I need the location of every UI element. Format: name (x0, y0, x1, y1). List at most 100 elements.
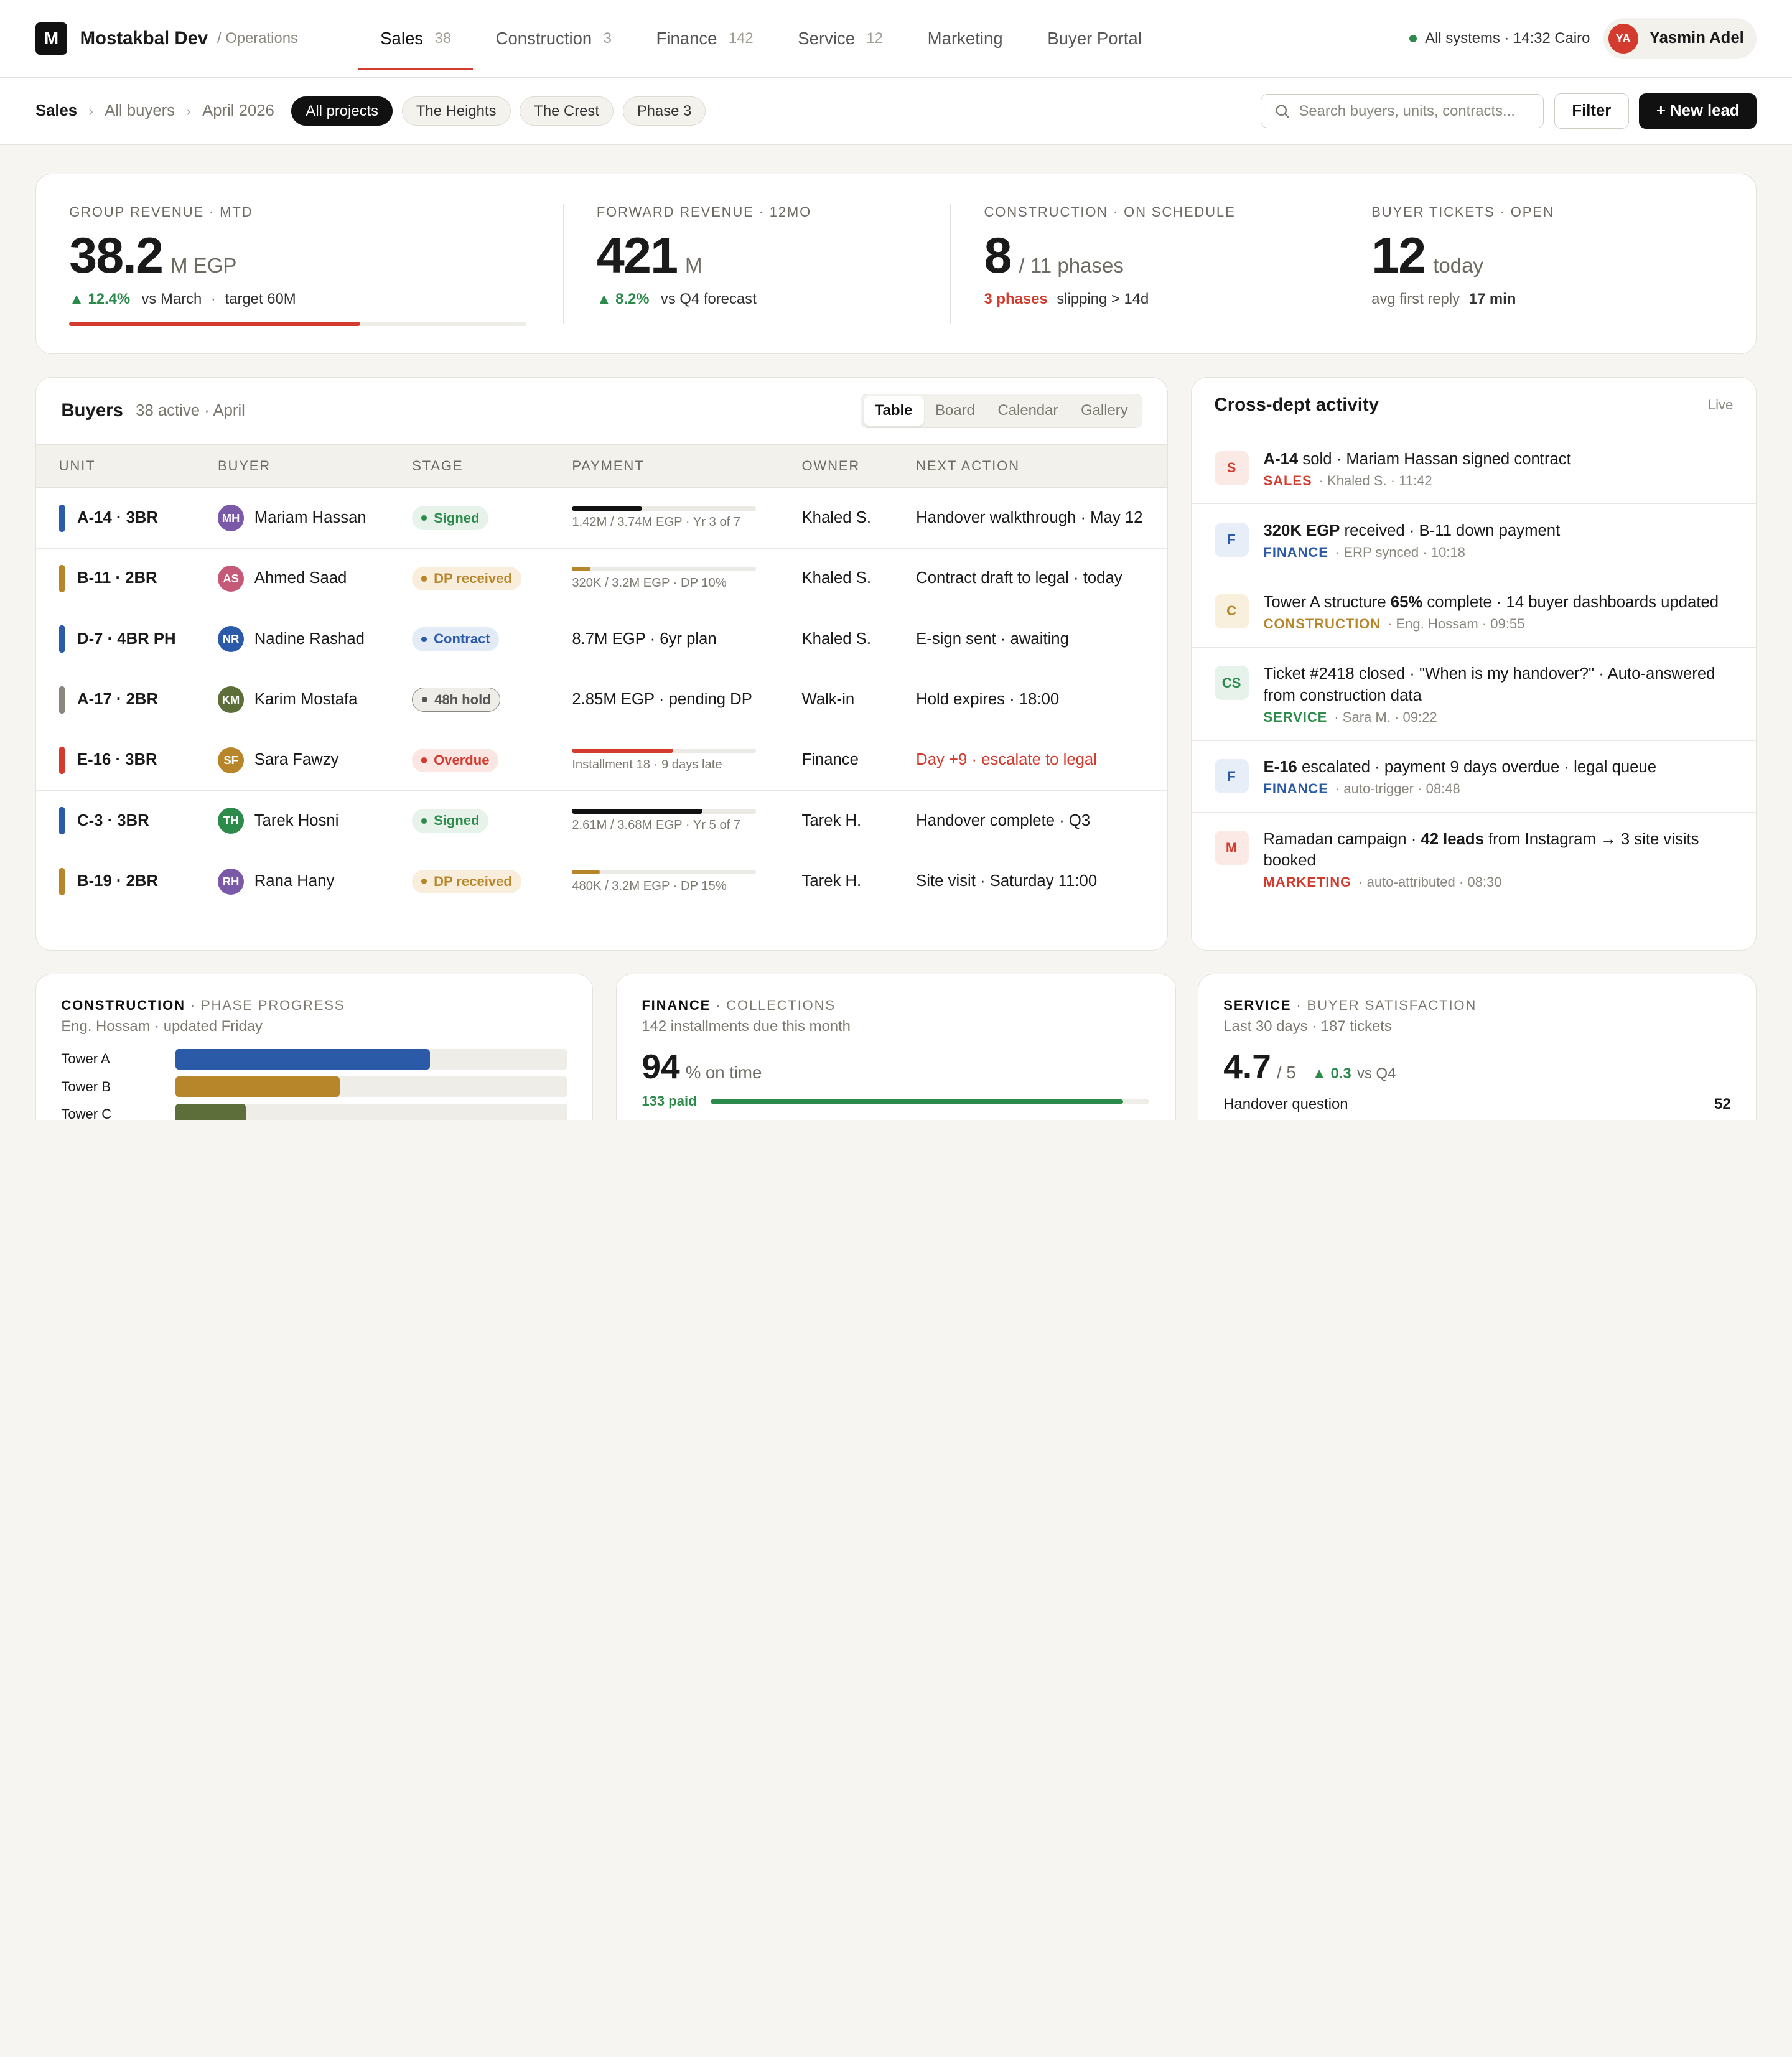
new-lead-button[interactable]: + New lead (1639, 93, 1757, 129)
breadcrumb-sales[interactable]: Sales (35, 102, 77, 120)
kpi-unit: M EGP (170, 254, 237, 278)
avatar: AS (217, 565, 245, 592)
table-row[interactable]: B-19 · 2BR RH Rana Hany DP received 480K / 3… (36, 851, 1167, 912)
cell-next-action[interactable]: Handover complete · Q3 (916, 790, 1168, 852)
tab-marketing[interactable]: Marketing (906, 0, 1025, 77)
activity-dept: SALES (1263, 472, 1312, 488)
table-row[interactable]: A-14 · 3BR MH Mariam Hassan Signed 1.42M / 3… (35, 487, 1168, 549)
table-row[interactable]: B-11 · 2BR AS Ahmed Saad DP received 320K / … (35, 548, 1168, 610)
cell-next-action[interactable]: Day +9 · escalate to legal (916, 730, 1168, 791)
dept-marketing-icon: M (1214, 831, 1249, 865)
view-gallery[interactable]: Gallery (1070, 396, 1139, 425)
search-input[interactable] (1299, 102, 1528, 120)
satisfaction-unit: / 5 (1277, 1063, 1296, 1083)
tab-sales[interactable]: Sales 38 (358, 0, 473, 77)
cell-next-action[interactable]: Handover walkthrough · May 12 (916, 487, 1168, 549)
chip-all-projects[interactable]: All projects (291, 96, 393, 126)
cell-next-action[interactable]: E-sign sent · awaiting (916, 609, 1168, 670)
view-table[interactable]: Table (863, 396, 924, 426)
tab-buyer-portal[interactable]: Buyer Portal (1025, 0, 1163, 77)
phase-track (175, 1076, 567, 1098)
status-label: 48h hold (434, 691, 491, 707)
phase-row: Tower A (61, 1048, 567, 1070)
avatar: SF (217, 747, 245, 774)
card-subtitle: Last 30 days · 187 tickets (1223, 1017, 1392, 1035)
activity-body: 320K EGP received · B-11 down payment FIN… (1264, 520, 1561, 561)
tab-count: 3 (603, 29, 612, 47)
chip-the-crest[interactable]: The Crest (520, 96, 614, 126)
tab-finance[interactable]: Finance 142 (635, 0, 775, 77)
chip-phase-3[interactable]: Phase 3 (622, 96, 706, 126)
view-calendar[interactable]: Calendar (986, 396, 1070, 425)
activity-text: Ticket #2418 closed · "When is my handov… (1264, 663, 1734, 707)
table-row[interactable]: C-3 · 3BR TH Tarek Hosni Signed 2.61M / 3.68… (35, 790, 1168, 852)
cell-buyer: KM Karim Mostafa (217, 669, 413, 730)
activity-item[interactable]: S A-14 sold · Mariam Hassan signed contra… (1191, 432, 1756, 505)
activity-meta: CONSTRUCTION · Eng. Hossam · 09:55 (1264, 616, 1719, 632)
revenue-progress-bar (69, 322, 526, 327)
table-header: UNIT BUYER STAGE PAYMENT OWNER NEXT ACTION (35, 444, 1168, 488)
cell-next-action[interactable]: Contract draft to legal · today (916, 548, 1168, 610)
buyer-name[interactable]: Ahmed Saad (254, 569, 347, 587)
cell-next-action[interactable]: Site visit · Saturday 11:00 (916, 851, 1167, 912)
activity-dept: FINANCE (1263, 544, 1328, 560)
view-board[interactable]: Board (924, 396, 986, 425)
cell-payment: 8.7M EGP · 6yr plan (572, 609, 802, 670)
cell-payment: 1.42M / 3.74M EGP · Yr 3 of 7 (572, 487, 802, 549)
tab-construction[interactable]: Construction 3 (474, 0, 633, 77)
chip-the-heights[interactable]: The Heights (401, 96, 511, 126)
filter-button[interactable]: Filter (1554, 93, 1629, 129)
buyer-cell: RH Rana Hany (217, 868, 412, 895)
avatar: NR (217, 626, 245, 653)
kpi-value: 12 (1371, 227, 1426, 284)
buyer-name[interactable]: Mariam Hassan (254, 509, 366, 527)
kpi-label: Construction · on schedule (984, 203, 1236, 220)
buyer-cell: AS Ahmed Saad (217, 565, 412, 592)
chevron-right-icon: › (88, 103, 93, 119)
construction-progress-card: CONSTRUCTION · PHASE PROGRESS Eng. Hossa… (35, 973, 594, 1120)
buyer-name[interactable]: Nadine Rashad (254, 630, 365, 648)
kpi-unit: / 11 phases (1019, 254, 1124, 278)
user-name: Yasmin Adel (1649, 29, 1744, 47)
table-row[interactable]: E-16 · 3BR SF Sara Fawzy Overdue Installment… (35, 730, 1168, 791)
activity-item[interactable]: M Ramadan campaign · 42 leads from Instag… (1192, 813, 1756, 905)
cell-next-action[interactable]: Hold expires · 18:00 (916, 669, 1168, 730)
activity-list: S A-14 sold · Mariam Hassan signed contra… (1191, 432, 1756, 905)
tab-service[interactable]: Service 12 (776, 0, 905, 77)
buyer-name[interactable]: Karim Mostafa (254, 691, 358, 709)
dept-sales-icon: S (1214, 450, 1249, 485)
activity-item[interactable]: CS Ticket #2418 closed · "When is my hand… (1191, 648, 1756, 741)
buyers-subtitle: 38 active · April (136, 401, 245, 419)
column-header: OWNER (801, 444, 917, 488)
breadcrumb-all-buyers[interactable]: All buyers (105, 102, 175, 120)
table-row[interactable]: D-7 · 4BR PH NR Nadine Rashad Contract 8.7M … (35, 609, 1168, 670)
activity-text: E-16 escalated · payment 9 days overdue … (1264, 757, 1657, 778)
cell-payment: 480K / 3.2M EGP · DP 15% (572, 851, 801, 912)
kpi-alert: 3 phases (984, 291, 1048, 308)
unit-color-bar (58, 625, 65, 653)
buyer-name[interactable]: Sara Fawzy (254, 751, 339, 769)
activity-item[interactable]: C Tower A structure 65% complete · 14 buy… (1191, 576, 1756, 648)
buyer-name[interactable]: Rana Hany (254, 872, 335, 890)
paid-count: 133 paid (642, 1093, 697, 1109)
status-dot-icon (421, 515, 427, 521)
activity-highlight: 42 leads (1421, 830, 1484, 848)
buyer-name[interactable]: Tarek Hosni (254, 812, 339, 830)
service-satisfaction-card: SERVICE · BUYER SATISFACTION Last 30 day… (1197, 973, 1757, 1120)
user-menu[interactable]: YA Yasmin Adel (1603, 17, 1757, 59)
kpi-unit: today (1433, 254, 1484, 278)
kpi-construction: Construction · on schedule 8 / 11 phases… (950, 203, 1338, 324)
activity-item[interactable]: F 320K EGP received · B-11 down payment FI… (1191, 504, 1756, 576)
payment-text: Installment 18 · 9 days late (572, 757, 722, 772)
tab-label: Construction (495, 28, 592, 48)
phase-name: Tower B (61, 1078, 111, 1094)
payment-text: 320K / 3.2M EGP · DP 10% (572, 576, 727, 590)
paid-progress-bar (710, 1099, 1149, 1104)
activity-item[interactable]: F E-16 escalated · payment 9 days overdue… (1191, 741, 1756, 813)
phase-fill (175, 1048, 431, 1070)
unit-cell: A-17 · 2BR (58, 686, 218, 714)
status-dot-icon (421, 636, 427, 642)
breadcrumb-period[interactable]: April 2026 (202, 102, 274, 120)
table-row[interactable]: A-17 · 2BR KM Karim Mostafa 48h hold 2.85M E… (35, 669, 1168, 730)
cell-buyer: SF Sara Fawzy (217, 730, 413, 791)
